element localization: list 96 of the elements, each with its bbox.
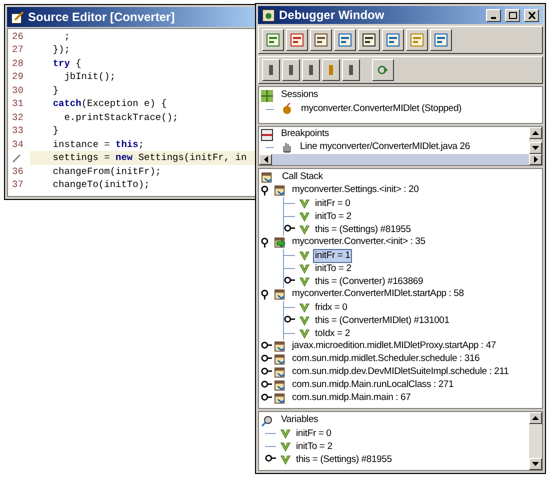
toolbar-button[interactable] bbox=[358, 29, 380, 51]
window-title: Source Editor [Converter] bbox=[28, 9, 175, 26]
variable-icon bbox=[299, 250, 310, 260]
toolbar-button[interactable] bbox=[430, 29, 452, 51]
maximize-button[interactable] bbox=[505, 8, 520, 22]
continue-icon bbox=[377, 65, 389, 75]
code-text: jbInit(); bbox=[63, 70, 117, 84]
code-text: changeFrom(initFr); bbox=[52, 164, 162, 179]
vertical-scrollbar[interactable] bbox=[529, 127, 542, 154]
scroll-down-icon bbox=[532, 462, 539, 466]
line-number: 33 bbox=[12, 125, 24, 136]
toolbar-button[interactable] bbox=[322, 59, 340, 81]
maximize-icon bbox=[508, 12, 516, 18]
panel-title: Sessions bbox=[281, 88, 318, 102]
hand-icon bbox=[282, 142, 292, 152]
toolbar-button[interactable] bbox=[342, 59, 360, 81]
close-button[interactable] bbox=[524, 8, 539, 22]
variable-label[interactable]: this = (ConverterMIDlet) #131001 bbox=[314, 314, 450, 326]
panel-title: Variables bbox=[281, 413, 318, 428]
toolbar-button[interactable] bbox=[262, 29, 284, 51]
panel-title: Call Stack bbox=[282, 170, 323, 184]
variable-label[interactable]: initTo = 2 bbox=[314, 262, 352, 274]
stack-frame-label[interactable]: myconverter.ConverterMIDlet.startApp : 58 bbox=[292, 287, 464, 302]
pencil-icon bbox=[11, 10, 24, 24]
variable-icon bbox=[299, 198, 310, 208]
toolbar-button[interactable] bbox=[382, 29, 404, 51]
line-number: 34 bbox=[12, 138, 24, 150]
variable-label[interactable]: this = (Settings) #81955 bbox=[314, 224, 412, 236]
toolbar-button[interactable] bbox=[286, 29, 308, 51]
variable-icon bbox=[299, 302, 310, 312]
code-text: settings = new Settings(initFr, in bbox=[30, 151, 256, 166]
variable-icon bbox=[280, 454, 291, 464]
variable-icon bbox=[299, 212, 310, 222]
toolbar-button[interactable] bbox=[334, 29, 356, 51]
scroll-right-icon bbox=[534, 156, 538, 163]
code-text: e.printStackTrace(); bbox=[63, 110, 180, 125]
line-number: 36 bbox=[12, 166, 24, 177]
stack-frame-label[interactable]: myconverter.Settings.<init> : 20 bbox=[292, 183, 419, 198]
code-text: }); bbox=[52, 43, 71, 58]
stack-frame-icon bbox=[261, 172, 274, 184]
toolbar-button[interactable] bbox=[310, 29, 332, 51]
toolbar-button[interactable] bbox=[302, 59, 320, 81]
variable-label[interactable]: initTo = 2 bbox=[295, 440, 334, 452]
toolbar-button[interactable] bbox=[406, 29, 428, 51]
scroll-left-icon bbox=[264, 156, 268, 163]
stack-frame-label[interactable]: com.sun.midp.Main.main : 67 bbox=[292, 391, 411, 406]
code-text: ; bbox=[63, 30, 71, 44]
bomb-icon bbox=[282, 103, 293, 115]
line-number: 37 bbox=[12, 179, 24, 190]
variable-label[interactable]: initTo = 2 bbox=[314, 210, 352, 222]
code-text: instance = this; bbox=[52, 138, 146, 152]
close-icon bbox=[528, 12, 536, 18]
line-number: 26 bbox=[12, 30, 24, 42]
panel-title: Breakpoints bbox=[281, 127, 329, 142]
stack-frame-label[interactable]: javax.microedition.midlet.MIDletProxy.startApp : 47 bbox=[292, 339, 496, 354]
variable-icon bbox=[280, 442, 291, 452]
variable-label[interactable]: initFr = 0 bbox=[314, 198, 352, 210]
code-text: catch(Exception e) { bbox=[52, 97, 168, 112]
code-text: } bbox=[52, 124, 60, 138]
variable-icon bbox=[299, 276, 310, 286]
stack-frame-label[interactable]: com.sun.midp.dev.DevMIDletSuiteImpl.schedule : 211 bbox=[292, 365, 509, 380]
window-title: Debugger Window bbox=[279, 7, 386, 24]
scroll-up-icon bbox=[532, 131, 539, 135]
variable-icon bbox=[299, 224, 310, 234]
variable-icon bbox=[280, 428, 291, 438]
horizontal-scrollbar[interactable] bbox=[259, 154, 542, 165]
line-number: 27 bbox=[12, 44, 24, 56]
toolbar-button[interactable] bbox=[262, 59, 280, 81]
vertical-scrollbar[interactable] bbox=[529, 412, 542, 470]
code-text: } bbox=[52, 84, 60, 98]
variable-icon bbox=[299, 316, 310, 326]
toolbar-button[interactable] bbox=[282, 59, 300, 81]
variable-label[interactable]: this = (Converter) #163869 bbox=[314, 276, 424, 288]
line-number: 32 bbox=[12, 112, 24, 123]
line-number: 29 bbox=[12, 71, 24, 82]
session-item[interactable]: myconverter.ConverterMIDlet (Stopped) bbox=[301, 102, 462, 116]
variable-label[interactable]: fridx = 0 bbox=[314, 302, 348, 314]
stack-frame-label[interactable]: com.sun.midp.midlet.Scheduler.schedule : 316 bbox=[292, 352, 480, 367]
scroll-up-icon bbox=[532, 416, 539, 420]
variable-label[interactable]: toIdx = 2 bbox=[314, 328, 351, 340]
line-number: 30 bbox=[12, 84, 24, 96]
breakpoint-item[interactable]: Line myconverter/ConverterMIDlet.java 26 bbox=[300, 140, 470, 154]
code-text: try { bbox=[52, 56, 82, 71]
code-text: changeTo(initTo); bbox=[52, 178, 151, 192]
line-number: 28 bbox=[12, 58, 24, 69]
variable-icon bbox=[299, 328, 310, 338]
minimize-button[interactable] bbox=[486, 8, 501, 22]
stack-frame-label[interactable]: com.sun.midp.Main.runLocalClass : 271 bbox=[292, 378, 454, 393]
stack-frame-label[interactable]: myconverter.Converter.<init> : 35 bbox=[292, 235, 426, 250]
scroll-down-icon bbox=[532, 146, 539, 150]
variable-label[interactable]: initFr = 1 bbox=[314, 250, 352, 262]
toolbar-button[interactable] bbox=[372, 59, 394, 81]
variable-label[interactable]: this = (Settings) #81955 bbox=[295, 454, 393, 466]
variable-icon bbox=[299, 264, 310, 274]
variable-label[interactable]: initFr = 0 bbox=[295, 428, 332, 440]
line-number: 31 bbox=[12, 98, 24, 110]
